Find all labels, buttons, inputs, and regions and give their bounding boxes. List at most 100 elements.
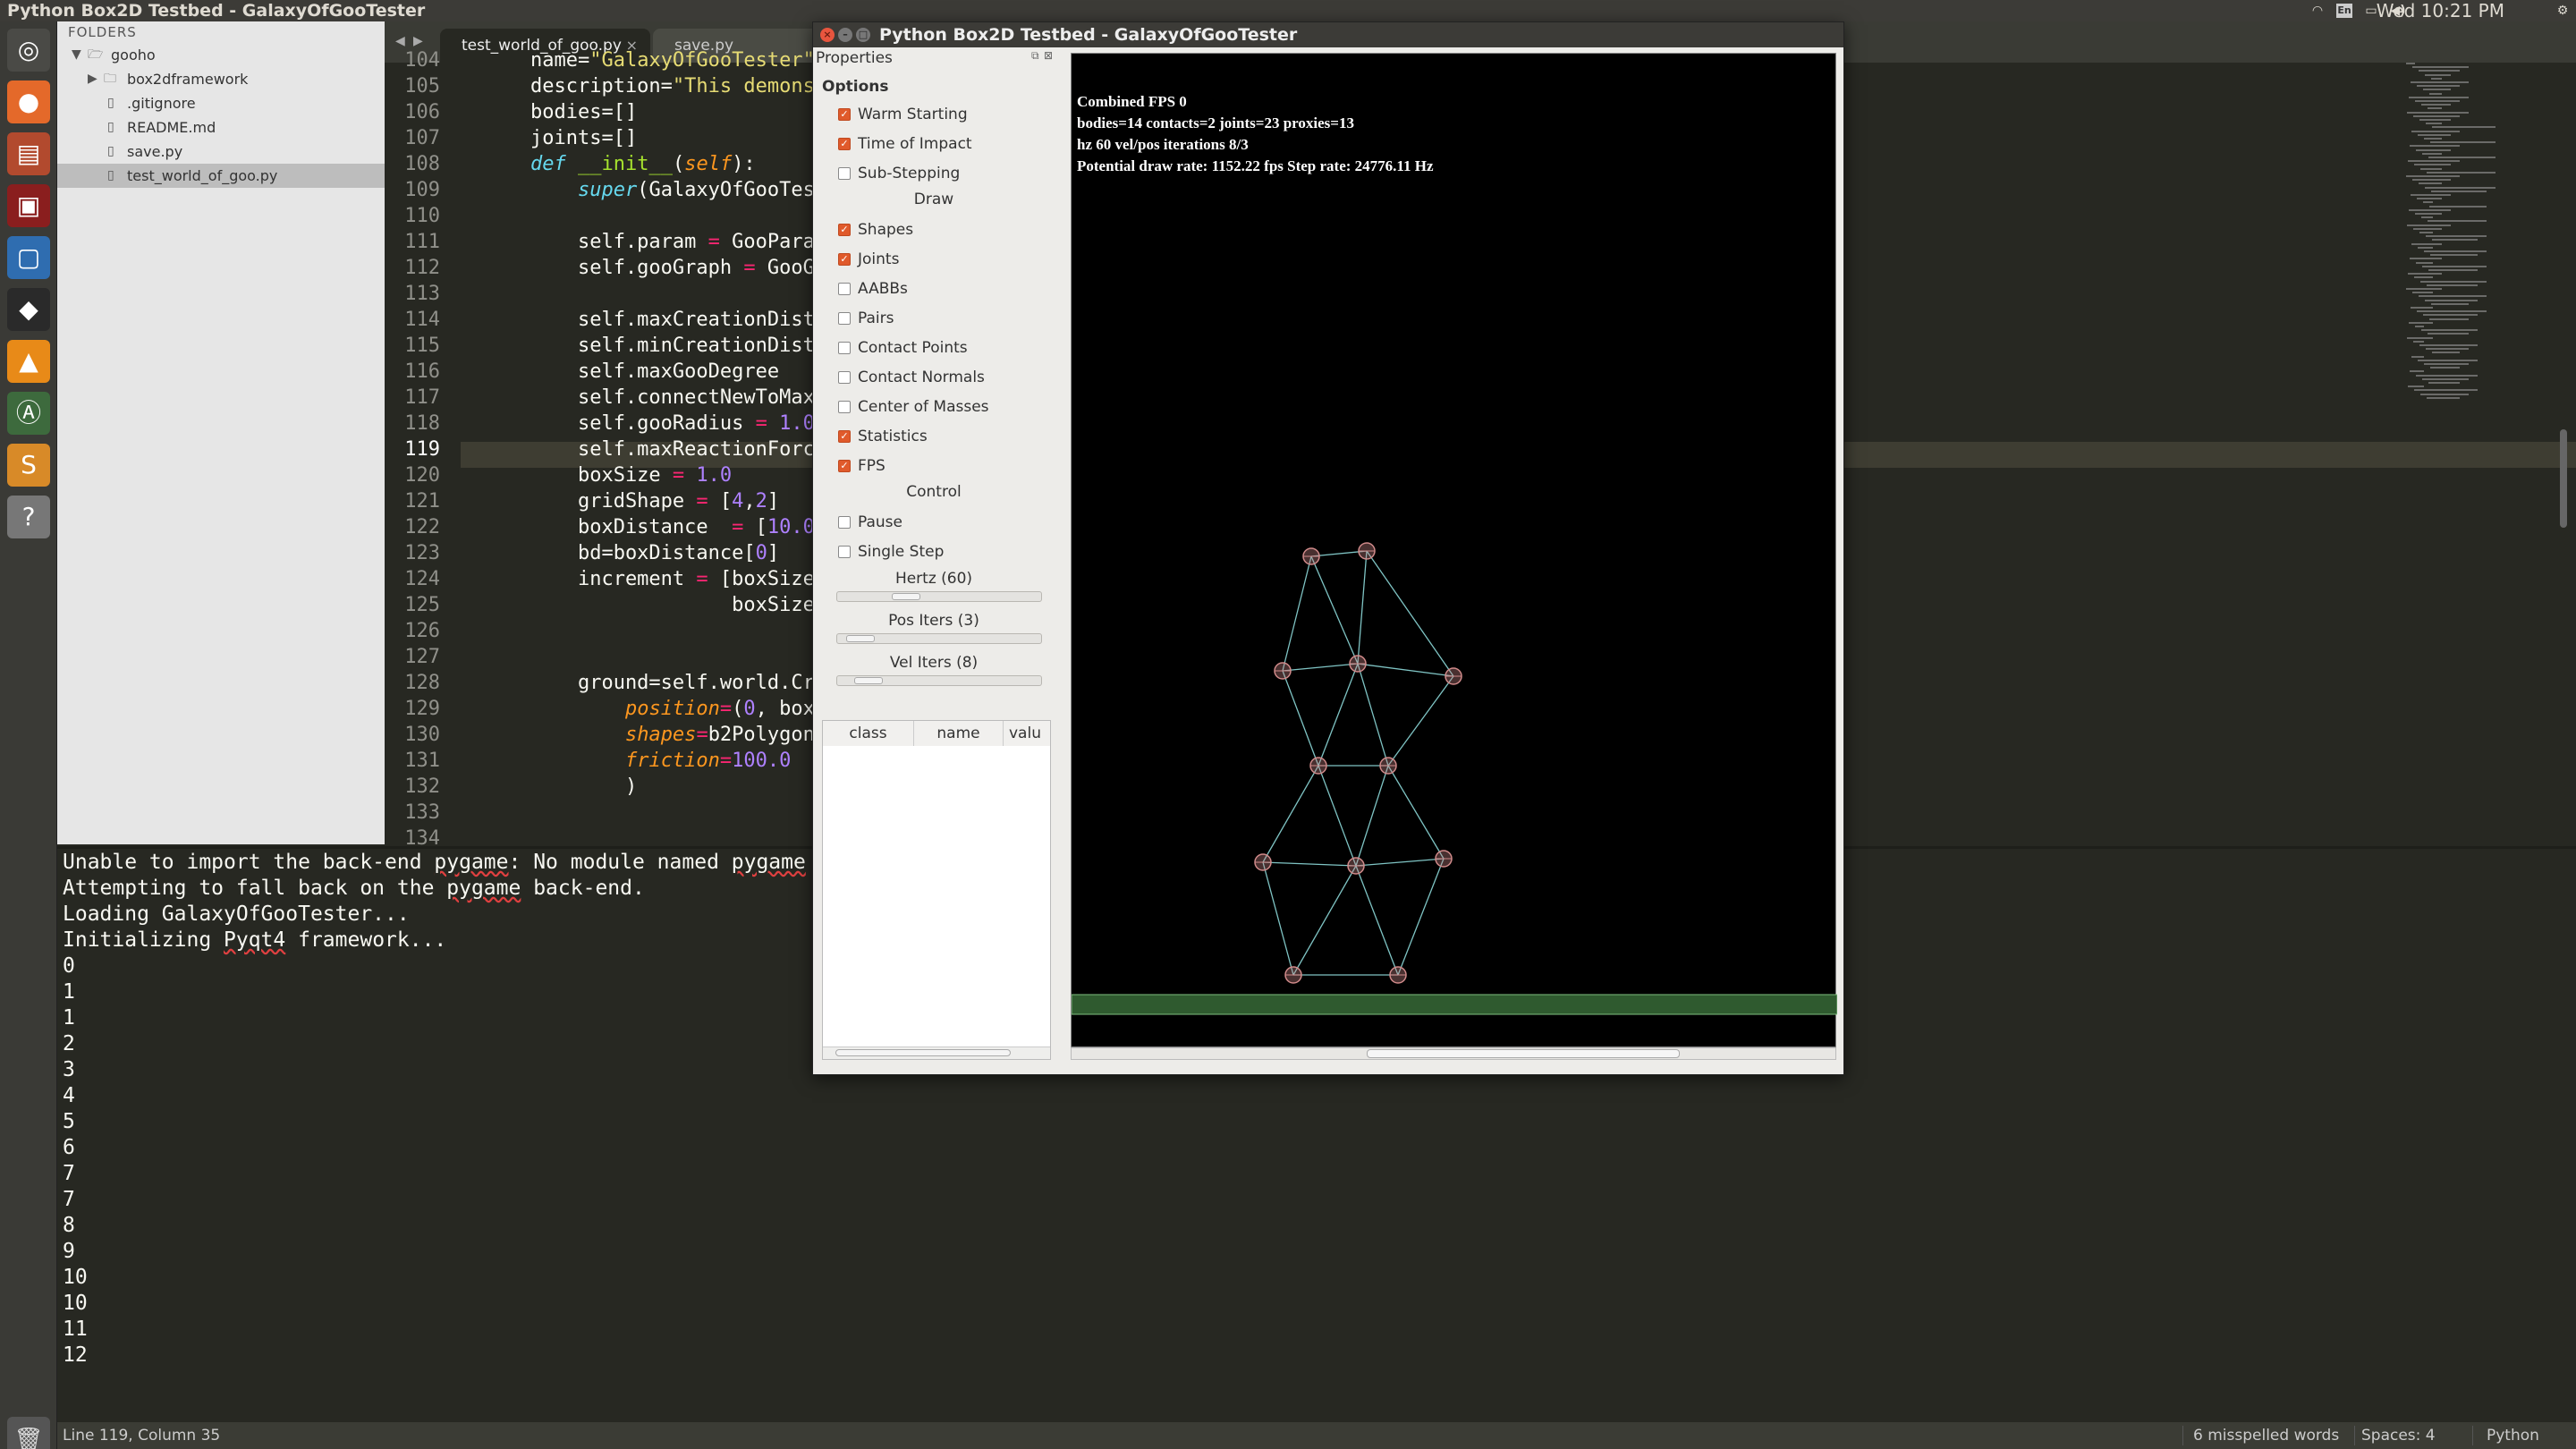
code-line[interactable]: bodies=[] — [483, 99, 637, 125]
checkbox[interactable]: ✓ — [838, 108, 851, 121]
canvas-hscrollbar[interactable] — [1071, 1047, 1836, 1060]
tree-item-gooho[interactable]: ▼ 🗁 gooho — [57, 43, 385, 67]
slider-track[interactable] — [836, 633, 1042, 644]
code-line[interactable]: gridShape = [4,2] — [483, 488, 779, 514]
editor-scrollbar[interactable] — [2560, 429, 2567, 528]
draw-pairs[interactable]: Pairs — [838, 305, 1053, 332]
tree-item-readme[interactable]: ▯ README.md — [57, 115, 385, 140]
code-line[interactable]: name="GalaxyOfGooTester" — [483, 47, 815, 73]
code-line[interactable]: self.maxGooDegree — [483, 359, 779, 385]
tree-item-gitignore[interactable]: ▯ .gitignore — [57, 91, 385, 115]
code-line[interactable]: shapes=b2Polygon — [483, 722, 815, 748]
simulation-view[interactable] — [1072, 54, 1837, 1048]
checkbox[interactable] — [838, 342, 851, 354]
inkscape-icon[interactable]: ◆ — [7, 288, 50, 331]
code-line[interactable]: self.param = GooPara — [483, 229, 815, 255]
option-sub-stepping[interactable]: Sub-Stepping — [838, 160, 1053, 187]
control-single-step[interactable]: Single Step — [838, 538, 1053, 565]
slider-handle[interactable] — [892, 593, 920, 600]
checkbox[interactable] — [838, 312, 851, 325]
float-panel-icon[interactable]: ⧉ — [1031, 49, 1039, 63]
checkbox[interactable]: ✓ — [838, 430, 851, 443]
code-line[interactable]: self.minCreationDist — [483, 333, 815, 359]
code-line[interactable]: self.gooGraph = GooG — [483, 255, 815, 281]
code-line[interactable]: boxSize = 1.0 — [483, 462, 732, 488]
control-pause[interactable]: Pause — [838, 509, 1053, 536]
minimap[interactable] — [2406, 63, 2504, 420]
keyboard-icon[interactable]: En — [2336, 4, 2352, 18]
minimize-icon[interactable]: – — [838, 28, 852, 42]
tab-prev-icon[interactable]: ◀ — [395, 34, 405, 48]
code-line[interactable]: description="This demons — [483, 73, 815, 99]
checkbox[interactable] — [838, 371, 851, 384]
checkbox[interactable] — [838, 401, 851, 413]
software-updater-icon[interactable]: Ⓐ — [7, 392, 50, 435]
checkbox[interactable]: ✓ — [838, 224, 851, 236]
code-line[interactable]: joints=[] — [483, 125, 637, 151]
checkbox[interactable] — [838, 546, 851, 558]
code-line[interactable]: def __init__(self): — [483, 151, 756, 177]
checkbox[interactable] — [838, 167, 851, 180]
option-warm-starting[interactable]: ✓ Warm Starting — [838, 101, 1053, 128]
code-line[interactable]: self.connectNewToMax — [483, 385, 815, 411]
code-line[interactable]: boxDistance = [10.0 — [483, 514, 815, 540]
draw-statistics[interactable]: ✓ Statistics — [838, 423, 1053, 450]
code-line[interactable]: position=(0, box — [483, 696, 815, 722]
code-line[interactable]: self.maxCreationDist — [483, 307, 815, 333]
vlc-icon[interactable]: ▲ — [7, 340, 50, 383]
close-icon[interactable]: × — [820, 28, 835, 42]
close-panel-icon[interactable]: ⊠ — [1044, 49, 1053, 62]
simulation-canvas[interactable]: Combined FPS 0 bodies=14 contacts=2 joint… — [1071, 53, 1837, 1048]
draw-shapes[interactable]: ✓ Shapes — [838, 216, 1053, 243]
chevron-down-icon[interactable]: ▼ — [72, 43, 81, 67]
chevron-right-icon[interactable]: ▶ — [88, 67, 97, 91]
tab-next-icon[interactable]: ▶ — [413, 34, 423, 48]
checkbox[interactable]: ✓ — [838, 460, 851, 472]
ubuntu-dash-icon[interactable]: ◎ — [7, 29, 50, 72]
testbed-titlebar[interactable]: × – □ Python Box2D Testbed - GalaxyOfGoo… — [813, 22, 1843, 47]
tree-item-box2dframework[interactable]: ▶ 🗀 box2dframework — [57, 67, 385, 91]
column-name[interactable]: name — [914, 721, 1004, 746]
code-line[interactable]: self.gooRadius = 1.0 — [483, 411, 815, 436]
clock[interactable]: Wed 10:21 PM — [2377, 0, 2504, 21]
draw-joints[interactable]: ✓ Joints — [838, 246, 1053, 273]
wifi-icon[interactable]: ◠ — [2309, 4, 2326, 18]
checkbox[interactable] — [838, 283, 851, 295]
slider-track[interactable] — [836, 675, 1042, 686]
draw-aabbs[interactable]: AABBs — [838, 275, 1053, 302]
checkbox[interactable]: ✓ — [838, 138, 851, 150]
code-line[interactable]: boxSize — [483, 592, 815, 618]
checkbox[interactable]: ✓ — [838, 253, 851, 266]
code-line[interactable]: ground=self.world.Cr — [483, 670, 815, 696]
terminal-icon[interactable]: ▣ — [7, 184, 50, 227]
slider-track[interactable] — [836, 591, 1042, 602]
tree-item-save-py[interactable]: ▯ save.py — [57, 140, 385, 164]
draw-center-of-masses[interactable]: Center of Masses — [838, 394, 1053, 420]
code-line[interactable]: self.maxReactionForc — [483, 436, 815, 462]
properties-table[interactable]: class name valu — [822, 720, 1051, 1060]
files-icon[interactable]: ▤ — [7, 132, 50, 175]
code-line[interactable]: increment = [boxSize — [483, 566, 815, 592]
draw-contact-normals[interactable]: Contact Normals — [838, 364, 1053, 391]
sublime-text-icon[interactable]: S — [7, 444, 50, 487]
code-line[interactable]: ) — [483, 774, 637, 800]
power-icon[interactable]: ⚙ — [2555, 4, 2571, 18]
code-line[interactable]: bd=boxDistance[0] — [483, 540, 779, 566]
tree-item-test-world-of-goo[interactable]: ▯ test_world_of_goo.py — [57, 164, 385, 188]
virtualbox-icon[interactable]: ▢ — [7, 236, 50, 279]
spellcheck-status[interactable]: 6 misspelled words — [2193, 1422, 2339, 1449]
code-line[interactable]: super(GalaxyOfGooTes — [483, 177, 815, 203]
checkbox[interactable] — [838, 516, 851, 529]
column-value[interactable]: valu — [1004, 721, 1050, 746]
maximize-icon[interactable]: □ — [856, 28, 870, 42]
column-class[interactable]: class — [823, 721, 914, 746]
slider-handle[interactable] — [854, 677, 884, 684]
draw-fps[interactable]: ✓ FPS — [838, 453, 1053, 479]
draw-contact-points[interactable]: Contact Points — [838, 335, 1053, 361]
trash-icon[interactable]: 🗑 — [7, 1417, 50, 1449]
option-time-of-impact[interactable]: ✓ Time of Impact — [838, 131, 1053, 157]
table-hscrollbar[interactable] — [823, 1046, 1050, 1059]
slider-handle[interactable] — [845, 635, 875, 642]
help-icon[interactable]: ? — [7, 496, 50, 538]
code-line[interactable]: friction=100.0 — [483, 748, 791, 774]
